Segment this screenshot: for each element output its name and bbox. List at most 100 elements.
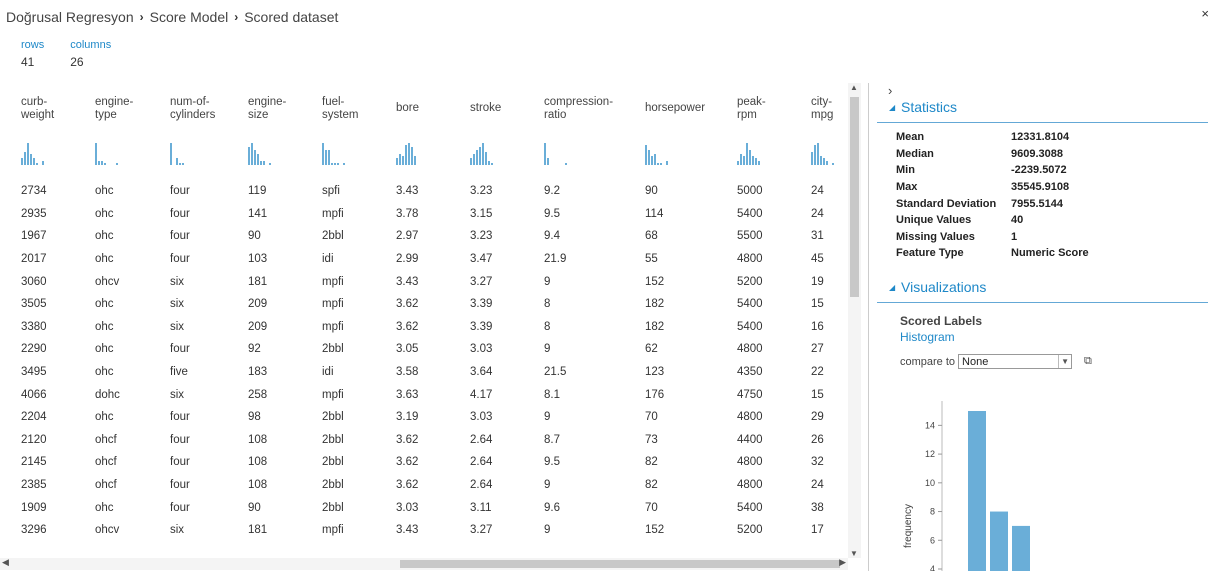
table-cell: 3.43 [396,275,419,288]
visualizations-header[interactable]: ◢ Visualizations [877,279,1208,303]
mini-histogram-bar [98,160,100,165]
column-header-engine-type[interactable]: engine-type [74,83,149,134]
table-row[interactable]: 3380ohcsix209mpfi3.623.39818254001622413… [0,316,848,339]
table-cell: 3.23 [470,185,493,198]
column-mini-histogram[interactable] [301,134,375,180]
column-mini-histogram[interactable] [0,134,74,180]
column-mini-histogram[interactable] [790,134,848,180]
table-cell: 119 [248,185,267,198]
column-header-label: system [322,108,359,121]
table-cell: 4800 [737,456,763,469]
table-row[interactable]: 2145ohcffour1082bbl3.622.649.58248003237… [0,451,848,474]
copy-icon[interactable]: ⧉ [1084,355,1092,368]
table-cell: 9.4 [544,230,560,243]
column-mini-histogram[interactable] [74,134,149,180]
mini-histogram-bar [263,160,265,165]
column-header-curb-weight[interactable]: curb-weight [0,83,74,134]
horizontal-scrollbar[interactable]: ◀ ▶ [0,557,848,570]
table-cell: four [170,185,190,198]
column-mini-histogram[interactable] [523,134,624,180]
table-row[interactable]: 2017ohcfour103idi2.993.4721.955480045507… [0,248,848,271]
scrollbar-thumb[interactable] [850,97,859,297]
mini-histogram-bar [657,162,659,165]
column-header-peak-rpm[interactable]: peak-rpm [716,83,790,134]
mini-histogram-bar [33,158,35,165]
table-row[interactable]: 3505ohcsix209mpfi3.623.39818254001520368… [0,293,848,316]
mini-histogram-bar [182,162,184,165]
viz-column-name: Scored Labels [900,314,983,328]
table-row[interactable]: 4066dohcsix258mpfi3.634.178.117647501519… [0,383,848,406]
mini-histogram-bar [811,151,813,165]
table-cell: 2385 [21,479,47,492]
column-header-compression-ratio[interactable]: compression-ratio [523,83,624,134]
table-row[interactable]: 2290ohcfour922bbl3.053.03962480027327898… [0,338,848,361]
table-cell: six [170,298,185,311]
histogram-bar[interactable] [1012,525,1030,571]
scroll-left-icon[interactable]: ◀ [2,557,9,568]
column-mini-histogram[interactable] [149,134,227,180]
mini-histogram-bar [399,154,401,165]
table-cell: 4800 [737,479,763,492]
table-row[interactable]: 3296ohcvsix181mpfi3.433.2791525200172214… [0,519,848,542]
table-cell: 3060 [21,275,47,288]
stat-row: Max 35545.9108 [896,179,1089,196]
column-header-num-of-cylinders[interactable]: num-of-cylinders [149,83,227,134]
column-header-label: rpm [737,108,757,121]
table-cell: 123 [645,366,665,379]
column-header-engine-size[interactable]: engine-size [227,83,301,134]
compare-to-select[interactable]: None ▼ [958,354,1073,369]
mini-histogram-bar [269,162,271,165]
mini-histogram-bar [660,162,662,165]
table-cell: 4.17 [470,388,493,401]
table-cell: 70 [645,411,658,424]
breadcrumb-item[interactable]: Doğrusal Regresyon [6,9,134,25]
table-cell: four [170,230,190,243]
table-row[interactable]: 2935ohcfour141mpfi3.783.159.511454002428… [0,203,848,226]
stat-key: Median [896,147,934,160]
column-mini-histogram[interactable] [227,134,301,180]
scroll-right-icon[interactable]: ▶ [839,557,846,568]
mini-histogram-bar [42,160,44,165]
table-cell: 3.19 [396,411,419,424]
column-header-fuel-system[interactable]: fuel-system [301,83,375,134]
histogram-bar[interactable] [990,511,1008,571]
column-header-horsepower[interactable]: horsepower [624,83,716,134]
column-mini-histogram[interactable] [716,134,790,180]
scroll-down-icon[interactable]: ▼ [850,549,858,558]
column-header-bore[interactable]: bore [375,83,449,134]
scrollbar-thumb-horizontal[interactable] [400,560,840,568]
table-row[interactable]: 3495ohcfive183idi3.583.6421.512343502225… [0,361,848,384]
table-row[interactable]: 3060ohcvsix181mpfi3.433.2791525200192513… [0,270,848,293]
table-row[interactable]: 2734ohcfour119spfi3.433.239.290500024291… [0,180,848,203]
column-mini-histogram[interactable] [375,134,449,180]
column-header-city-mpg[interactable]: city-mpg [790,83,848,134]
table-row[interactable]: 1909ohcfour902bbl3.033.119.67054003843 [0,496,848,519]
table-cell: 182 [645,298,665,311]
column-header-stroke[interactable]: stroke [449,83,523,134]
breadcrumb-item[interactable]: Score Model [150,9,229,25]
table-cell: ohcf [95,479,117,492]
table-cell: 3.78 [396,207,419,220]
table-row[interactable]: 2385ohcffour1082bbl3.622.649824800242592… [0,474,848,497]
viz-type-link[interactable]: Histogram [900,330,955,344]
table-row[interactable]: 1967ohcfour902bbl2.973.239.4685500313862… [0,225,848,248]
mini-histogram-bar [565,162,567,165]
scroll-up-icon[interactable]: ▲ [850,83,858,92]
chevron-right-icon[interactable]: › [888,83,892,98]
column-mini-histogram[interactable] [624,134,716,180]
table-row[interactable]: 2204ohcfour982bbl3.193.03970480029348238… [0,406,848,429]
table-cell: 258 [248,388,268,401]
table-cell: 4750 [737,388,763,401]
close-icon[interactable]: × [1201,6,1209,21]
table-cell: four [170,253,190,266]
table-row[interactable]: 2120ohcffour1082bbl3.622.648.77344002631… [0,429,848,452]
table-cell: six [170,388,185,401]
mini-histogram-bar [170,143,172,165]
table-cell: 68 [645,230,658,243]
column-header-label: engine- [248,95,287,108]
column-mini-histogram[interactable] [449,134,523,180]
vertical-scrollbar[interactable]: ▲ ▼ [848,83,861,558]
mini-histogram-icon [811,143,834,165]
statistics-header[interactable]: ◢ Statistics [877,99,1208,123]
histogram-bar[interactable] [968,411,986,571]
